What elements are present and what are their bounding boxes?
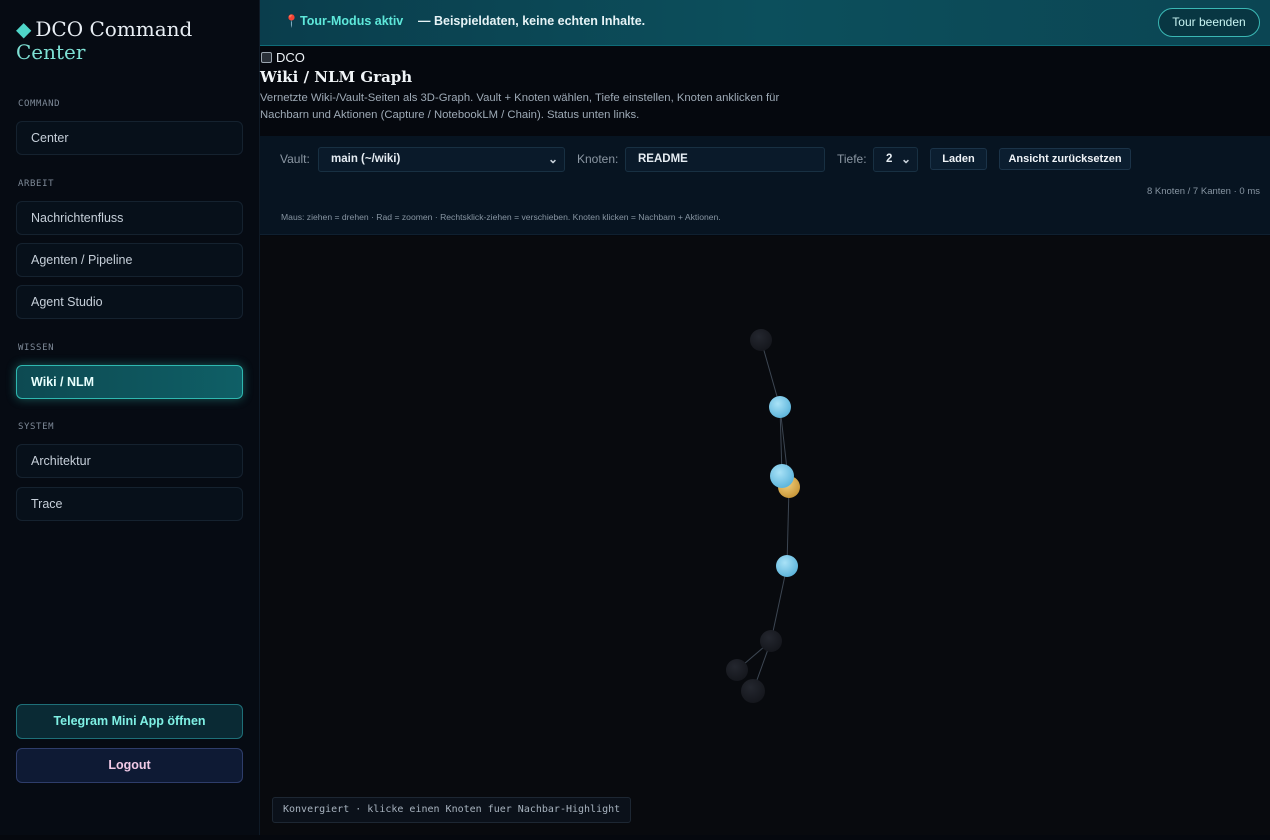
breadcrumb: DCO	[261, 50, 305, 65]
end-tour-button[interactable]: Tour beenden	[1158, 8, 1260, 37]
page-description: Vernetzte Wiki-/Vault-Seiten als 3D-Grap…	[260, 92, 780, 121]
sidebar-item-agent-studio[interactable]: Agent Studio	[16, 285, 243, 319]
graph-stats: 8 Knoten / 7 Kanten · 0 ms	[1146, 186, 1260, 197]
section-label-wissen: WISSEN	[18, 343, 55, 353]
sidebar-item-architektur[interactable]: Architektur	[16, 444, 243, 478]
graph-status: Konvergiert · klicke einen Knoten fuer N…	[272, 797, 632, 823]
mouse-hint: Maus: ziehen = drehen · Rad = zoomen · R…	[281, 212, 721, 222]
diamond-icon: ◆	[16, 17, 32, 41]
tour-message: — Beispieldaten, keine echten Inhalte.	[418, 14, 646, 28]
graph-edge	[770, 565, 788, 642]
depth-select-value: 2	[886, 153, 893, 165]
section-label-arbeit: ARBEIT	[18, 179, 55, 189]
sidebar-item-center[interactable]: Center	[16, 121, 243, 155]
sidebar-item-trace[interactable]: Trace	[16, 487, 243, 521]
breadcrumb-label: DCO	[276, 50, 305, 65]
load-button[interactable]: Laden	[930, 148, 987, 170]
logout-button[interactable]: Logout	[16, 748, 243, 783]
graph-canvas[interactable]	[260, 236, 1270, 835]
section-label-command: COMMAND	[18, 99, 61, 109]
app-brand: ◆ DCO Command Center	[16, 18, 246, 64]
reset-view-button[interactable]: Ansicht zurücksetzen	[999, 148, 1131, 170]
graph-node-neighbor[interactable]	[769, 396, 791, 418]
sidebar-item-nachrichtenfluss[interactable]: Nachrichtenfluss	[16, 201, 243, 235]
depth-label: Tiefe:	[837, 152, 867, 166]
depth-select[interactable]: 2 ⌄	[873, 147, 918, 172]
sidebar-item-agenten-pipeline[interactable]: Agenten / Pipeline	[16, 243, 243, 277]
graph-node-neighbor[interactable]	[776, 555, 798, 577]
graph-node-dim[interactable]	[760, 630, 782, 652]
tour-mode-label: Tour-Modus aktiv	[300, 14, 404, 28]
checkbox-icon	[261, 52, 272, 63]
graph-svg[interactable]	[260, 236, 1270, 835]
page-title: Wiki / NLM Graph	[260, 68, 413, 86]
tour-banner: 📍 Tour-Modus aktiv — Beispieldaten, kein…	[260, 0, 1270, 46]
node-label: Knoten:	[577, 152, 619, 166]
graph-node-neighbor[interactable]	[770, 464, 794, 488]
sidebar: ◆ DCO Command Center COMMAND Center ARBEI…	[0, 0, 260, 835]
brand-title-line2: Center	[16, 40, 86, 64]
vault-select-value: main (~/wiki)	[331, 153, 401, 165]
chevron-down-icon: ⌄	[547, 152, 558, 166]
section-label-system: SYSTEM	[18, 422, 55, 432]
vault-select[interactable]: main (~/wiki) ⌄	[318, 147, 565, 172]
node-input[interactable]: README	[625, 147, 825, 172]
sidebar-item-wiki-nlm[interactable]: Wiki / NLM	[16, 365, 243, 399]
graph-node-dim[interactable]	[726, 659, 748, 681]
node-input-value: README	[638, 153, 688, 165]
vault-label: Vault:	[280, 152, 310, 166]
graph-edge	[786, 486, 790, 567]
graph-node-dim[interactable]	[750, 329, 772, 351]
chevron-down-icon: ⌄	[900, 152, 911, 166]
telegram-mini-app-button[interactable]: Telegram Mini App öffnen	[16, 704, 243, 739]
pin-icon: 📍	[284, 14, 299, 28]
brand-title-line1: DCO Command	[35, 17, 193, 41]
graph-node-dim[interactable]	[741, 679, 765, 703]
